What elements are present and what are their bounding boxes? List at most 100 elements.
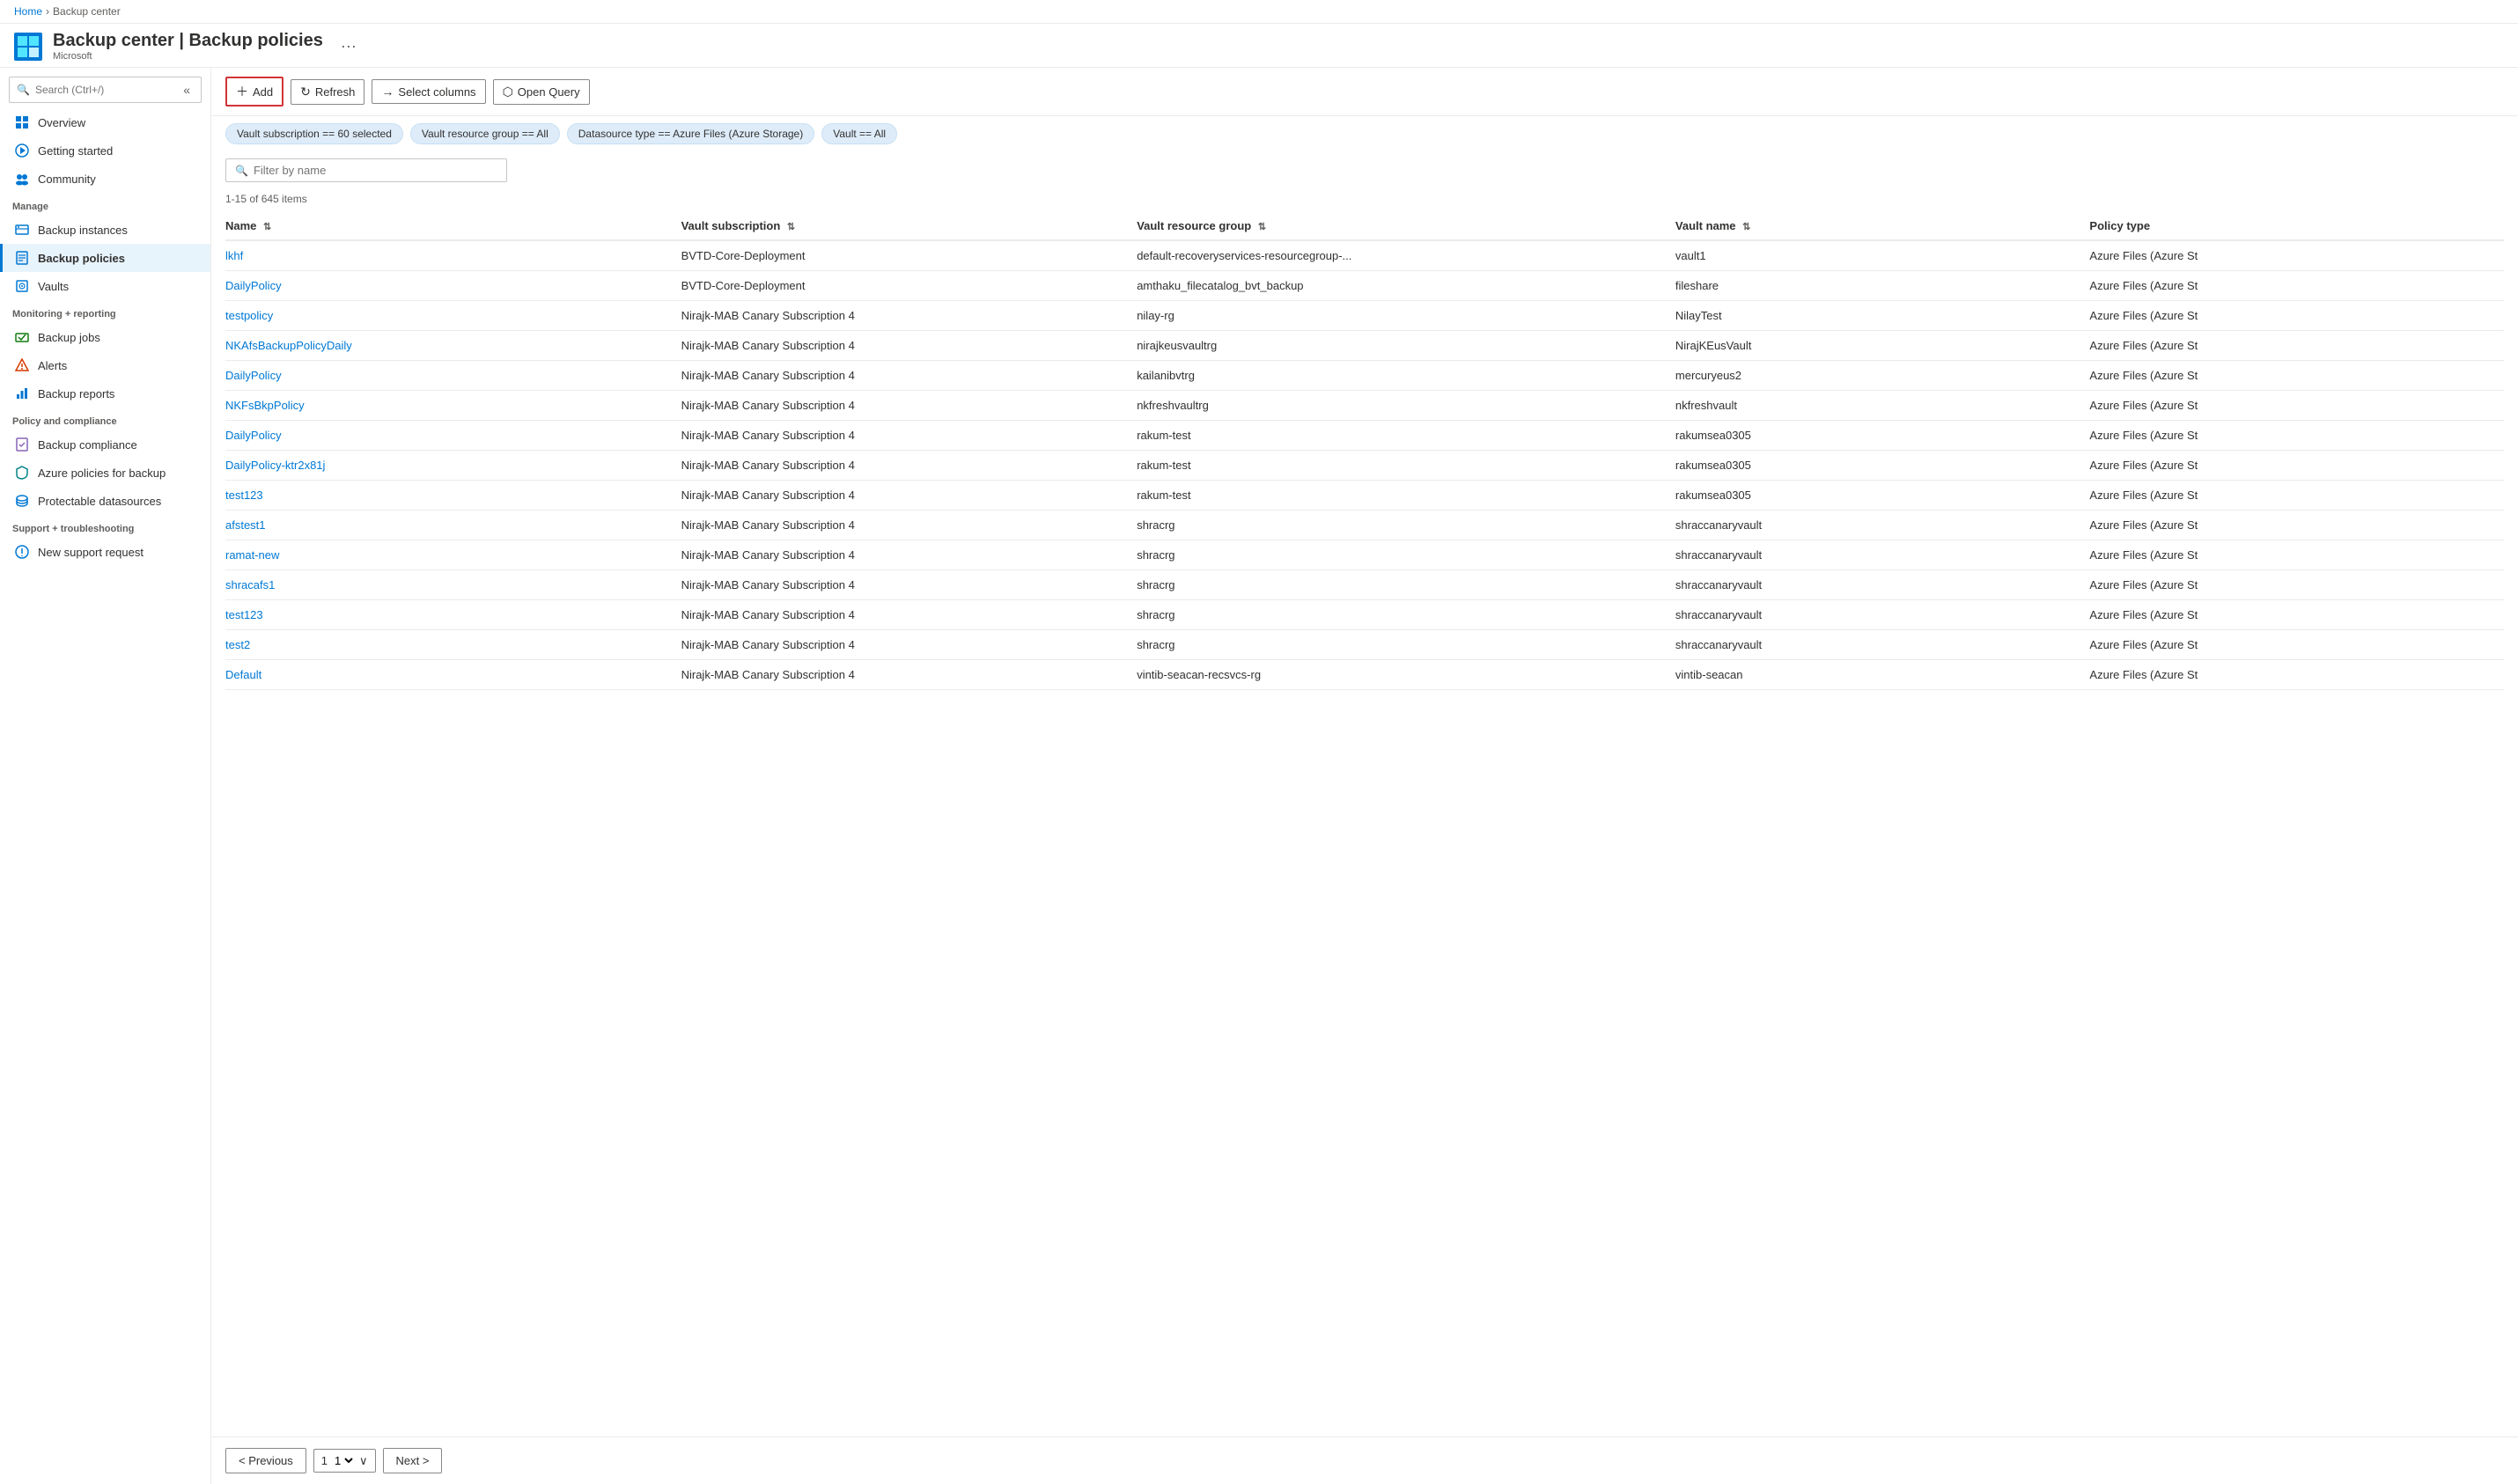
table-row[interactable]: shracafs1 Nirajk-MAB Canary Subscription… [225, 570, 2504, 600]
sidebar-label-protectable-datasources: Protectable datasources [38, 495, 161, 508]
cell-policy-type: Azure Files (Azure St [2089, 301, 2504, 331]
cell-rg: rakum-test [1137, 421, 1675, 451]
cell-rg: shracrg [1137, 570, 1675, 600]
sidebar-nav-item-vaults[interactable]: Vaults [0, 272, 210, 300]
sidebar-collapse-button[interactable]: « [180, 81, 194, 99]
search-filter-box[interactable]: 🔍 [225, 158, 507, 182]
sidebar-nav-item-backup-jobs[interactable]: Backup jobs [0, 323, 210, 351]
table-row[interactable]: NKAfsBackupPolicyDaily Nirajk-MAB Canary… [225, 331, 2504, 361]
cell-subscription: Nirajk-MAB Canary Subscription 4 [681, 540, 1138, 570]
table-row[interactable]: test123 Nirajk-MAB Canary Subscription 4… [225, 481, 2504, 511]
filter-chip-datasource-label: Datasource type == Azure Files (Azure St… [578, 128, 803, 140]
page-header: Backup center | Backup policies Microsof… [0, 24, 2518, 68]
page-number-label: 1 [321, 1454, 328, 1467]
cell-name: ramat-new [225, 540, 681, 570]
sort-icon-rg: ⇅ [1258, 221, 1266, 232]
table-row[interactable]: lkhf BVTD-Core-Deployment default-recove… [225, 240, 2504, 271]
table-row[interactable]: ramat-new Nirajk-MAB Canary Subscription… [225, 540, 2504, 570]
cell-vault: vault1 [1675, 240, 2090, 271]
table-row[interactable]: Default Nirajk-MAB Canary Subscription 4… [225, 660, 2504, 690]
cell-rg: kailanibvtrg [1137, 361, 1675, 391]
sidebar-nav-item-backup-instances[interactable]: Backup instances [0, 216, 210, 244]
table-row[interactable]: DailyPolicy-ktr2x81j Nirajk-MAB Canary S… [225, 451, 2504, 481]
refresh-icon: ↻ [300, 84, 311, 99]
page-title: Backup center | Backup policies [53, 31, 323, 51]
vaults-icon [15, 279, 29, 293]
cell-policy-type: Azure Files (Azure St [2089, 511, 2504, 540]
cell-name: lkhf [225, 240, 681, 271]
cell-subscription: Nirajk-MAB Canary Subscription 4 [681, 570, 1138, 600]
sidebar-search-box[interactable]: 🔍 « [9, 77, 202, 103]
query-icon: ⬡ [503, 84, 513, 99]
sidebar-search-area: 🔍 « [0, 68, 210, 108]
cell-rg: shracrg [1137, 540, 1675, 570]
item-count: 1-15 of 645 items [211, 189, 2518, 212]
cell-subscription: Nirajk-MAB Canary Subscription 4 [681, 391, 1138, 421]
cell-vault: NilayTest [1675, 301, 2090, 331]
cell-subscription: Nirajk-MAB Canary Subscription 4 [681, 600, 1138, 630]
table-row[interactable]: afstest1 Nirajk-MAB Canary Subscription … [225, 511, 2504, 540]
community-icon [15, 172, 29, 186]
filter-chip-datasource[interactable]: Datasource type == Azure Files (Azure St… [567, 123, 814, 144]
col-header-vault[interactable]: Vault name ⇅ [1675, 212, 2090, 240]
select-columns-button[interactable]: → Select columns [372, 79, 485, 104]
cell-name: shracafs1 [225, 570, 681, 600]
col-header-rg[interactable]: Vault resource group ⇅ [1137, 212, 1675, 240]
sidebar-nav-item-backup-compliance[interactable]: Backup compliance [0, 430, 210, 459]
backup-jobs-icon [15, 330, 29, 344]
table-row[interactable]: DailyPolicy Nirajk-MAB Canary Subscripti… [225, 361, 2504, 391]
table-row[interactable]: NKFsBkpPolicy Nirajk-MAB Canary Subscrip… [225, 391, 2504, 421]
cell-policy-type: Azure Files (Azure St [2089, 331, 2504, 361]
filter-chip-vault[interactable]: Vault == All [821, 123, 897, 144]
table-row[interactable]: DailyPolicy Nirajk-MAB Canary Subscripti… [225, 421, 2504, 451]
filters-bar: Vault subscription == 60 selected Vault … [211, 116, 2518, 151]
open-query-button[interactable]: ⬡ Open Query [493, 79, 590, 105]
filter-chip-rg[interactable]: Vault resource group == All [410, 123, 560, 144]
breadcrumb: Home › Backup center [0, 0, 2518, 24]
table-row[interactable]: test123 Nirajk-MAB Canary Subscription 4… [225, 600, 2504, 630]
header-more-button[interactable]: ··· [341, 37, 357, 55]
cell-rg: shracrg [1137, 511, 1675, 540]
table-row[interactable]: testpolicy Nirajk-MAB Canary Subscriptio… [225, 301, 2504, 331]
page-selector[interactable]: 1 12345 ∨ [313, 1449, 376, 1473]
filter-chip-subscription[interactable]: Vault subscription == 60 selected [225, 123, 403, 144]
page-select[interactable]: 12345 [331, 1453, 356, 1468]
cell-vault: fileshare [1675, 271, 2090, 301]
table-row[interactable]: DailyPolicy BVTD-Core-Deployment amthaku… [225, 271, 2504, 301]
cell-policy-type: Azure Files (Azure St [2089, 630, 2504, 660]
table-row[interactable]: test2 Nirajk-MAB Canary Subscription 4 s… [225, 630, 2504, 660]
sidebar-nav-item-community[interactable]: Community [0, 165, 210, 193]
backup-policies-icon [15, 251, 29, 265]
previous-button[interactable]: < Previous [225, 1448, 306, 1473]
cell-subscription: Nirajk-MAB Canary Subscription 4 [681, 660, 1138, 690]
col-header-subscription[interactable]: Vault subscription ⇅ [681, 212, 1138, 240]
page-subtitle: Microsoft [53, 51, 323, 62]
cell-subscription: BVTD-Core-Deployment [681, 240, 1138, 271]
sidebar-nav-item-new-support[interactable]: New support request [0, 538, 210, 566]
cell-vault: shraccanaryvault [1675, 570, 2090, 600]
section-label-support: Support + troubleshooting [0, 515, 210, 538]
filter-by-name-input[interactable] [254, 164, 497, 177]
sidebar-nav-item-getting-started[interactable]: Getting started [0, 136, 210, 165]
cell-vault: shraccanaryvault [1675, 600, 2090, 630]
main-content: ＋ Add ↻ Refresh → Select columns ⬡ Open … [211, 68, 2518, 1484]
sidebar-search-input[interactable] [35, 84, 174, 96]
sidebar-nav-item-overview[interactable]: Overview [0, 108, 210, 136]
cell-policy-type: Azure Files (Azure St [2089, 540, 2504, 570]
cell-policy-type: Azure Files (Azure St [2089, 481, 2504, 511]
add-button[interactable]: ＋ Add [225, 77, 283, 107]
refresh-label: Refresh [315, 85, 356, 99]
cell-rg: nilay-rg [1137, 301, 1675, 331]
sidebar-nav-item-backup-reports[interactable]: Backup reports [0, 379, 210, 408]
cell-name: DailyPolicy-ktr2x81j [225, 451, 681, 481]
breadcrumb-home[interactable]: Home [14, 5, 42, 18]
refresh-button[interactable]: ↻ Refresh [291, 79, 364, 105]
next-button[interactable]: Next > [383, 1448, 443, 1473]
cell-name: DailyPolicy [225, 361, 681, 391]
sidebar-nav-item-alerts[interactable]: Alerts [0, 351, 210, 379]
sidebar-nav-item-protectable-datasources[interactable]: Protectable datasources [0, 487, 210, 515]
sidebar-nav-item-azure-policies[interactable]: Azure policies for backup [0, 459, 210, 487]
col-header-name[interactable]: Name ⇅ [225, 212, 681, 240]
cell-policy-type: Azure Files (Azure St [2089, 421, 2504, 451]
sidebar-nav-item-backup-policies[interactable]: Backup policies [0, 244, 210, 272]
